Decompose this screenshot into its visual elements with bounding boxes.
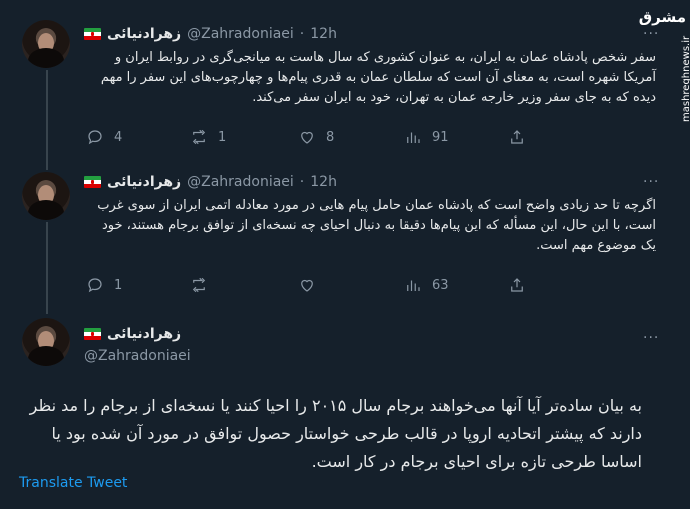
translate-tweet-link[interactable]: Translate Tweet [19,475,127,491]
author-name[interactable]: زهرادنیائی [107,174,181,190]
heart-icon [301,279,313,292]
views-count: 91 [432,129,449,145]
like-button[interactable]: 8 [298,128,404,146]
views-button[interactable]: 63 [404,276,508,294]
views-icon [407,280,420,291]
author-handle[interactable]: @Zahradoniaei [84,348,191,364]
views-icon [407,132,420,143]
iran-flag-icon [84,176,101,188]
reply-icon [88,130,102,145]
like-button[interactable] [298,276,404,294]
tweet-time[interactable]: 12h [310,26,337,42]
author-handle[interactable]: @Zahradoniaei [187,26,294,42]
author-name[interactable]: زهرادنیائی [107,326,181,342]
reply-count: 4 [114,129,123,145]
tweet-time[interactable]: 12h [310,174,337,190]
retweet-button[interactable]: 1 [190,128,298,146]
author-handle[interactable]: @Zahradoniaei [187,174,294,190]
more-icon[interactable]: ··· [643,330,659,346]
views-count: 63 [432,277,449,293]
tweet-header: زهرادنیائی @Zahradoniaei · 12h [84,26,337,42]
share-icon [511,278,523,292]
tweet-text: به بیان ساده‌تر آیا آنها می‌خواهند برجام… [29,396,642,471]
reply-icon [88,278,102,293]
views-button[interactable]: 91 [404,128,508,146]
tweet-text: اگرچه تا حد زیادی واضح است که پادشاه عما… [97,198,656,253]
tweet-actions: 1 63 [86,276,526,294]
avatar-scarf [28,200,64,220]
separator-dot: · [299,26,305,42]
share-button[interactable] [508,276,526,294]
more-icon[interactable]: ··· [643,26,659,42]
tweet-header-handle: @Zahradoniaei [84,348,191,364]
tweet-actions: 4 1 8 91 [86,128,526,146]
more-icon[interactable]: ··· [643,174,659,190]
avatar-scarf [28,48,64,68]
share-icon [511,130,523,144]
retweet-count: 1 [218,129,227,145]
tweet-text: سفر شخص پادشاه عمان به ایران، به عنوان ک… [100,50,656,105]
retweet-button[interactable] [190,276,298,294]
iran-flag-icon [84,328,101,340]
separator-dot: · [299,174,305,190]
avatar[interactable] [22,172,70,220]
avatar-scarf [28,346,64,366]
watermark: مشرق mashreghnews.ir [639,0,690,135]
watermark-logo: مشرق [638,8,686,26]
thread-line [46,222,48,314]
iran-flag-icon [84,28,101,40]
thread-line [46,70,48,170]
heart-icon [301,131,313,144]
avatar[interactable] [22,318,70,366]
share-button[interactable] [508,128,526,146]
retweet-icon [192,129,206,145]
reply-count: 1 [114,277,123,293]
reply-button[interactable]: 1 [86,276,190,294]
retweet-icon [192,277,206,293]
reply-button[interactable]: 4 [86,128,190,146]
watermark-url: mashreghnews.ir [681,35,690,122]
author-name[interactable]: زهرادنیائی [107,26,181,42]
like-count: 8 [326,129,335,145]
avatar[interactable] [22,20,70,68]
tweet-header: زهرادنیائی @Zahradoniaei · 12h [84,174,337,190]
tweet-header: زهرادنیائی [84,326,181,342]
